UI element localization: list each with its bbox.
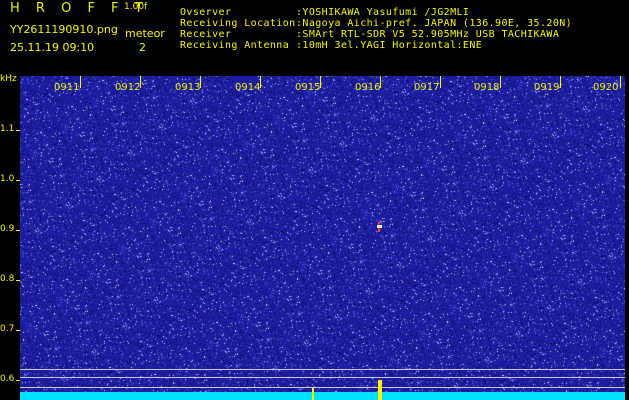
signal-baseline [20,392,625,400]
y-tick [16,180,20,181]
x-label-0915: 0915 [295,82,321,93]
y-axis-unit: kHz [0,74,17,84]
minute-tick [380,76,381,88]
x-label-0911: 0911 [54,82,80,93]
app-version: 1.00f [124,2,148,12]
minute-tick [80,76,81,88]
meteor-signal-spike [378,380,382,400]
y-label-0-7: 0.7 [0,324,15,334]
y-label-1-0: 1.0 [0,174,15,184]
observer-key: Ovserver [180,7,232,18]
x-label-0920: 0920 [593,82,619,93]
observer-value: :YOSHIKAWA Yasufumi /JG2MLI [296,7,470,18]
meteor-count: 2 [139,41,146,54]
x-label-0917: 0917 [414,82,440,93]
y-tick [16,130,20,131]
meteor-label: meteor [125,27,165,40]
x-label-0913: 0913 [175,82,201,93]
x-label-0918: 0918 [474,82,500,93]
minute-tick [620,76,621,88]
x-label-0912: 0912 [115,82,141,93]
minute-tick [260,76,261,88]
minute-tick [320,76,321,88]
minute-tick [500,76,501,88]
y-tick [16,230,20,231]
minute-tick [140,76,141,88]
y-label-0-8: 0.8 [0,274,15,284]
signal-spike-small [312,388,314,400]
y-label-0-9: 0.9 [0,224,15,234]
reference-line-upper [20,369,625,370]
meteor-echo-trace [377,222,382,232]
minute-tick [200,76,201,88]
minute-tick [440,76,441,88]
y-tick [16,280,20,281]
spectrogram-noise [20,76,625,400]
receiver-key: Receiver [180,29,232,40]
reference-line-lower [20,387,625,388]
x-label-0919: 0919 [534,82,560,93]
reference-line-middle [20,377,625,378]
x-label-0916: 0916 [355,82,381,93]
location-value: :Nagoya Aichi-pref. JAPAN (136.90E, 35.2… [296,18,573,29]
y-tick [16,380,20,381]
receiver-value: :SMArt RTL-SDR V5 52.905MHz USB TACHIKAW… [296,29,560,40]
y-label-1-1: 1.1 [0,124,15,134]
antenna-value: :10mH 3el.YAGI Horizontal:ENE [296,40,483,51]
timestamp: 25.11.19 09:10 [10,41,95,54]
minute-tick [560,76,561,88]
location-key: Receiving Location [180,18,296,29]
y-label-0-6: 0.6 [0,374,15,384]
antenna-key: Receiving Antenna [180,40,290,51]
file-name: YY2611190910.png [10,23,118,36]
y-tick [16,330,20,331]
spectrogram-plot [20,76,625,400]
x-label-0914: 0914 [235,82,261,93]
